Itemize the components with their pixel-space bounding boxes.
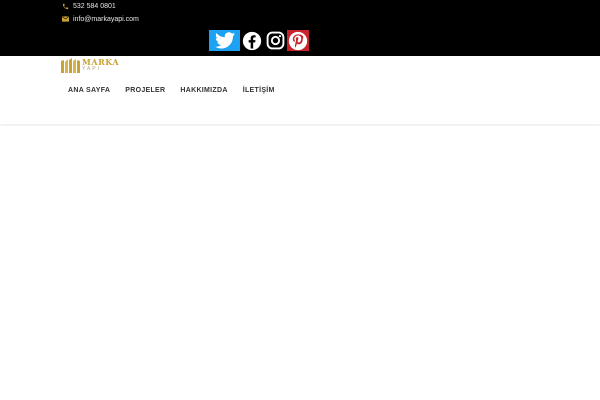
logo-subtitle: YAPI (82, 66, 102, 72)
site-header: MARKA YAPI ANA SAYFA PROJELER HAKKIMIZDA… (0, 56, 600, 124)
logo-text: MARKA YAPI (82, 58, 119, 72)
email-contact[interactable]: info@markayapi.com (60, 13, 139, 25)
main-navigation: ANA SAYFA PROJELER HAKKIMIZDA İLETİŞİM (68, 87, 290, 94)
envelope-icon (60, 14, 70, 24)
instagram-link[interactable] (264, 30, 286, 51)
nav-item-projects[interactable]: PROJELER (125, 87, 165, 94)
phone-contact[interactable]: 532 584 0801 (60, 0, 116, 12)
twitter-link[interactable] (209, 30, 240, 51)
pinterest-icon (288, 31, 308, 50)
logo-emblem-icon (61, 57, 80, 73)
logo-name: MARKA (82, 57, 120, 67)
nav-item-about[interactable]: HAKKIMIZDA (180, 87, 227, 94)
twitter-icon (214, 32, 235, 49)
facebook-icon (242, 31, 261, 50)
site-logo[interactable]: MARKA YAPI (61, 56, 121, 74)
email-address: info@markayapi.com (73, 15, 139, 23)
top-bar: 532 584 0801 info@markayapi.com (0, 0, 600, 56)
nav-item-home[interactable]: ANA SAYFA (68, 87, 110, 94)
nav-item-contact[interactable]: İLETİŞİM (243, 87, 275, 94)
pinterest-link[interactable] (287, 30, 309, 51)
phone-number: 532 584 0801 (73, 2, 116, 10)
instagram-icon (266, 31, 284, 50)
phone-icon (60, 1, 70, 11)
social-links (209, 30, 310, 51)
facebook-link[interactable] (240, 30, 263, 51)
page-content (0, 126, 600, 400)
